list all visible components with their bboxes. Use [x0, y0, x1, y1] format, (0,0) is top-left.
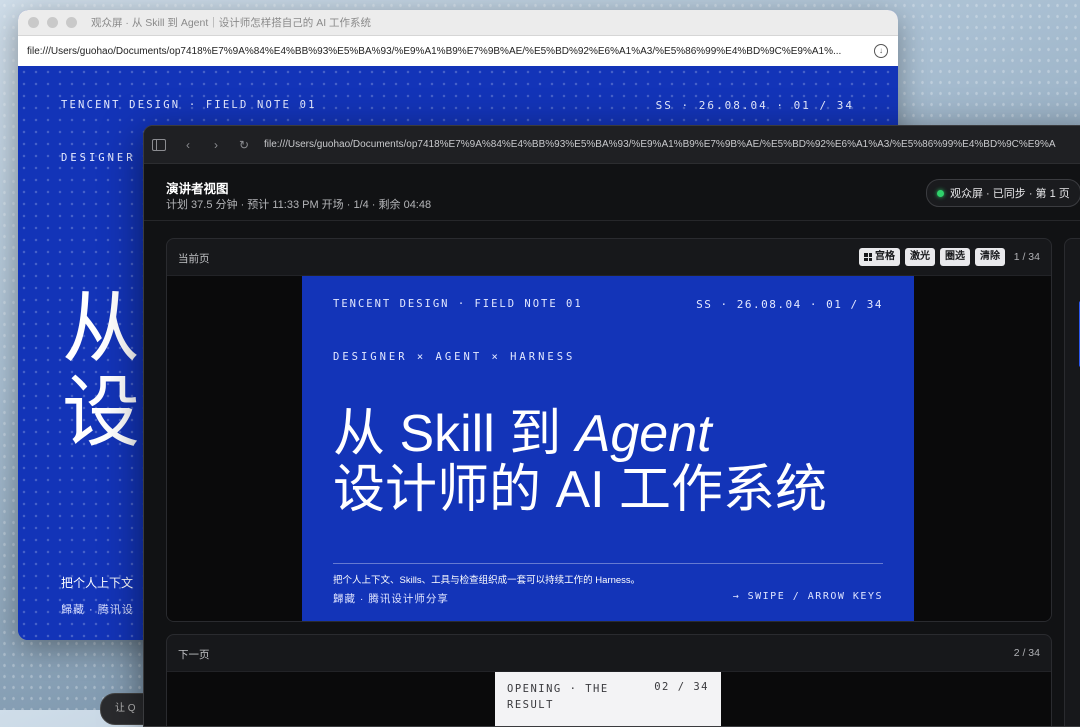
timing-info: 计划 37.5 分钟 · 预计 11:33 PM 开场 · 1/4 · 剩余 0… — [166, 199, 432, 211]
laser-button[interactable]: 激光 — [905, 248, 935, 266]
next-slide-preview[interactable]: OPENING · THE RESULT 02 / 34 — [495, 672, 721, 726]
slide-title-line2: 设计师的 AI 工作系统 — [333, 461, 828, 519]
grid-button[interactable]: 宫格 — [859, 248, 900, 266]
audience-titlebar: 观众屏 · 从 Skill 到 Agent｜设计师怎样搭自己的 AI 工作系统 — [18, 10, 898, 36]
close-dot-icon[interactable] — [28, 17, 39, 28]
next-page-count: 2 / 34 — [1013, 647, 1040, 659]
audience-slide-meta-right: SS · 26.08.04 · 01 / 34 — [655, 99, 854, 112]
slide-divider — [333, 563, 883, 564]
audience-address-bar[interactable]: file:///Users/guohao/Documents/op7418%E7… — [18, 36, 898, 67]
audience-title-line1: 从 — [62, 284, 141, 372]
reload-icon[interactable]: ↻ — [230, 138, 258, 152]
next-panel-header: 下一页 2 / 34 — [167, 635, 1051, 672]
slide-navigation-hint: → SWIPE / ARROW KEYS — [732, 591, 883, 602]
next-label: 下一页 — [178, 649, 210, 661]
current-slide-panel: 当前页 宫格 激光 圈选 清除 1 / 34 TENCENT DESIGN · … — [166, 238, 1052, 622]
slide-subtitle: 把个人上下文、Skills、工具与检查组织成一套可以持续工作的 Harness。 — [333, 575, 641, 586]
presenter-header: 演讲者视图 计划 37.5 分钟 · 预计 11:33 PM 开场 · 1/4 … — [144, 164, 1080, 221]
minimize-dot-icon[interactable] — [47, 17, 58, 28]
slide-meta-left: TENCENT DESIGN · FIELD NOTE 01 — [333, 298, 583, 310]
page-title: 演讲者视图 — [166, 182, 229, 196]
slide-kicker: DESIGNER × AGENT × HARNESS — [333, 351, 576, 363]
download-icon[interactable]: ↓ — [874, 44, 888, 58]
audience-slide-kicker: DESIGNER — [61, 152, 136, 164]
annotation-toolbar: 宫格 激光 圈选 清除 — [859, 248, 1005, 266]
audience-url[interactable]: file:///Users/guohao/Documents/op7418%E7… — [27, 46, 874, 57]
status-dot-icon — [937, 189, 944, 197]
slide-title-emphasis: Agent — [575, 405, 712, 463]
next-stage: OPENING · THE RESULT 02 / 34 — [167, 672, 1051, 726]
current-label: 当前页 — [178, 253, 210, 265]
next-slide-panel: 下一页 2 / 34 OPENING · THE RESULT 02 / 34 — [166, 634, 1052, 726]
notes-panel[interactable] — [1064, 238, 1080, 726]
presenter-toolbar: ‹ › ↻ file:///Users/guohao/Documents/op7… — [144, 126, 1080, 164]
current-page-count: 1 / 34 — [1013, 251, 1040, 263]
grid-button-label: 宫格 — [875, 251, 895, 262]
sync-status-badge[interactable]: 观众屏 · 已同步 · 第 1 页 — [926, 179, 1080, 207]
current-stage: TENCENT DESIGN · FIELD NOTE 01 SS · 26.0… — [167, 276, 1051, 621]
grid-icon — [864, 253, 872, 261]
presenter-url[interactable]: file:///Users/guohao/Documents/op7418%E7… — [264, 139, 1056, 150]
slide-title-prefix: 从 Skill 到 — [333, 405, 576, 463]
next-slide-number: 02 / 34 — [654, 681, 709, 693]
audience-window-title: 观众屏 · 从 Skill 到 Agent｜设计师怎样搭自己的 AI 工作系统 — [91, 17, 372, 29]
audience-slide-title: 从 设 — [62, 286, 140, 454]
presenter-window[interactable]: ‹ › ↻ file:///Users/guohao/Documents/op7… — [143, 125, 1080, 727]
circle-select-button[interactable]: 圈选 — [940, 248, 970, 266]
back-arrow-icon[interactable]: ‹ — [174, 138, 202, 152]
next-slide-section: OPENING · THE RESULT — [507, 683, 609, 711]
sidebar-toggle-icon[interactable] — [152, 138, 166, 151]
current-slide[interactable]: TENCENT DESIGN · FIELD NOTE 01 SS · 26.0… — [302, 276, 914, 621]
slide-meta-right: SS · 26.08.04 · 01 / 34 — [696, 298, 883, 311]
audience-slide-meta-left: TENCENT DESIGN · FIELD NOTE 01 — [61, 99, 317, 111]
slide-title-line1: 从 Skill 到 Agent — [333, 406, 712, 462]
zoom-dot-icon[interactable] — [66, 17, 77, 28]
audience-title-line2: 设 — [62, 368, 141, 456]
sync-status-text: 观众屏 · 已同步 · 第 1 页 — [950, 188, 1070, 200]
slide-author: 歸藏 · 腾讯设计师分享 — [333, 593, 449, 605]
clear-button[interactable]: 清除 — [975, 248, 1005, 266]
audience-slide-author: 歸藏 · 腾讯设 — [61, 604, 134, 616]
current-panel-header: 当前页 宫格 激光 圈选 清除 1 / 34 — [167, 239, 1051, 276]
window-controls — [28, 17, 77, 28]
audience-slide-subtitle: 把个人上下文 — [61, 576, 134, 590]
forward-arrow-icon[interactable]: › — [202, 138, 230, 152]
